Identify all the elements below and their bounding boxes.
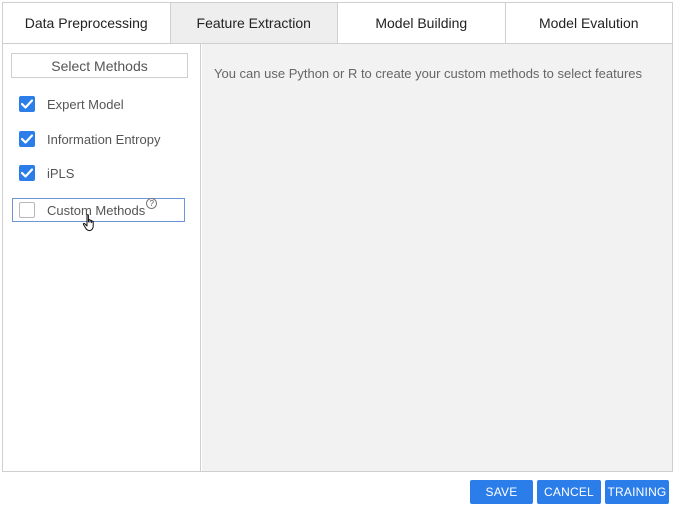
- cancel-button[interactable]: CANCEL: [537, 480, 601, 504]
- tab-bar: Data Preprocessing Feature Extraction Mo…: [3, 3, 672, 44]
- method-expert-model[interactable]: Expert Model: [13, 92, 185, 116]
- methods-sidebar: Select Methods Expert Model Information …: [3, 44, 201, 471]
- tab-model-building[interactable]: Model Building: [338, 3, 506, 43]
- custom-methods-hint: You can use Python or R to create your c…: [214, 66, 643, 81]
- method-custom-methods[interactable]: Custom Methods ?: [12, 197, 185, 222]
- help-icon[interactable]: ?: [146, 197, 158, 209]
- save-button[interactable]: SAVE: [470, 480, 533, 504]
- method-label: Expert Model: [47, 96, 124, 112]
- methods-content-area: You can use Python or R to create your c…: [202, 44, 672, 471]
- select-methods-header: Select Methods: [11, 53, 188, 78]
- method-information-entropy[interactable]: Information Entropy: [13, 127, 185, 151]
- checkbox-checked-icon[interactable]: [19, 131, 35, 147]
- tab-feature-extraction[interactable]: Feature Extraction: [170, 3, 338, 43]
- tab-data-preprocessing[interactable]: Data Preprocessing: [3, 3, 171, 43]
- method-ipls[interactable]: iPLS: [13, 161, 185, 185]
- method-label: iPLS: [47, 165, 75, 181]
- checkbox-unchecked-icon[interactable]: [19, 202, 35, 218]
- hand-pointer-icon: [82, 214, 94, 232]
- tab-model-evalution[interactable]: Model Evalution: [505, 3, 672, 43]
- training-button[interactable]: TRAINING: [605, 480, 669, 504]
- checkbox-checked-icon[interactable]: [19, 165, 35, 181]
- method-label: Information Entropy: [47, 131, 161, 147]
- checkbox-checked-icon[interactable]: [19, 96, 35, 112]
- main-panel: Data Preprocessing Feature Extraction Mo…: [2, 2, 673, 472]
